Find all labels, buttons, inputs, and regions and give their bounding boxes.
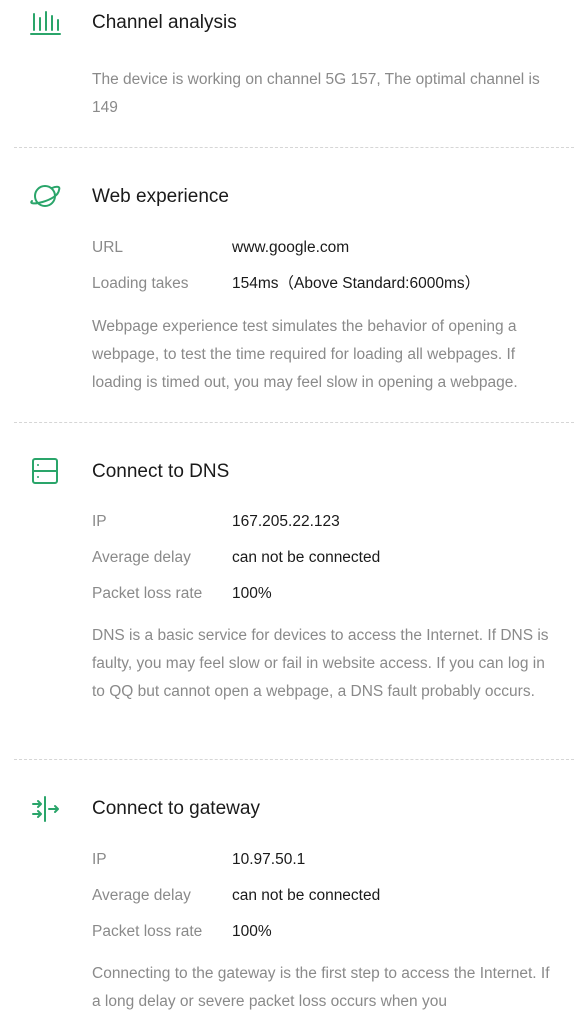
gateway-loss-value: 100% (232, 923, 272, 940)
gateway-ip-value: 10.97.50.1 (232, 851, 306, 868)
dns-ip-value: 167.205.22.123 (232, 513, 340, 530)
loading-value: 154ms（Above Standard:6000ms） (232, 275, 481, 292)
web-experience-description: Webpage experience test simulates the be… (92, 318, 518, 391)
channel-analysis-description: The device is working on channel 5G 157,… (92, 71, 540, 116)
url-label: URL (92, 239, 124, 256)
server-icon (28, 454, 62, 488)
dns-description: DNS is a basic service for devices to ac… (92, 627, 549, 700)
loading-label: Loading takes (92, 275, 189, 292)
gateway-ip-label: IP (92, 851, 107, 868)
dns-ip-label: IP (92, 513, 107, 530)
divider (14, 759, 574, 760)
signal-bars-icon (28, 6, 62, 40)
channel-analysis-section: Channel analysis The device is working o… (0, 0, 587, 150)
gateway-arrows-icon (28, 792, 62, 826)
divider (14, 422, 574, 423)
dns-loss-value: 100% (232, 585, 272, 602)
url-value: www.google.com (232, 239, 350, 256)
dns-delay-value: can not be connected (232, 549, 381, 566)
gateway-delay-label: Average delay (92, 887, 191, 904)
planet-icon (28, 179, 62, 213)
gateway-loss-label: Packet loss rate (92, 923, 203, 940)
divider (14, 147, 574, 148)
dns-delay-label: Average delay (92, 549, 191, 566)
diagnosis-page: Channel analysis The device is working o… (0, 0, 587, 1024)
web-experience-title: Web experience (92, 186, 229, 207)
gateway-description: Connecting to the gateway is the first s… (92, 965, 550, 1010)
dns-title: Connect to DNS (92, 461, 230, 482)
dns-loss-label: Packet loss rate (92, 585, 203, 602)
channel-analysis-title: Channel analysis (92, 12, 237, 33)
gateway-title: Connect to gateway (92, 798, 260, 819)
gateway-delay-value: can not be connected (232, 887, 381, 904)
